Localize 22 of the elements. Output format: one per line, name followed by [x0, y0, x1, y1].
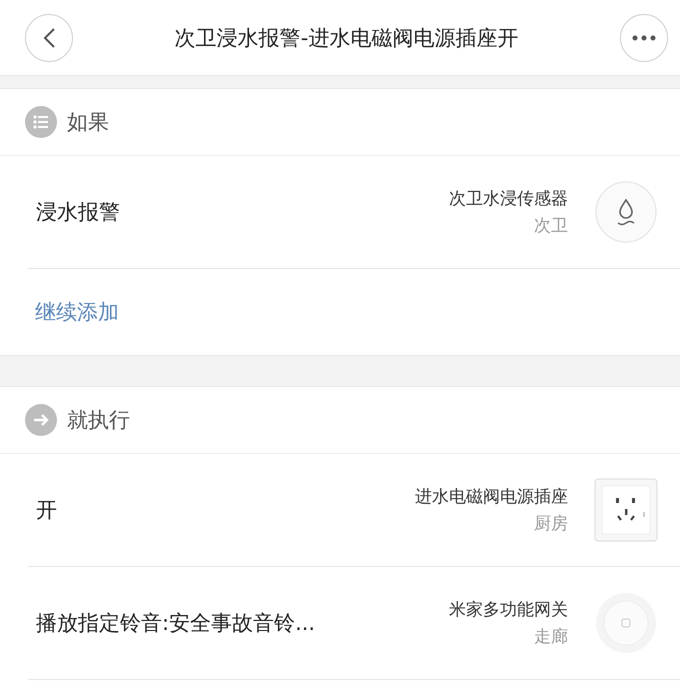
device-name: 米家多功能网关	[449, 599, 568, 621]
rule-row[interactable]: 浸水报警 次卫水浸传感器 次卫	[28, 156, 680, 269]
page-title: 次卫浸水报警-进水电磁阀电源插座开	[174, 24, 518, 52]
water-sensor-icon	[594, 180, 658, 244]
room-name: 走廊	[534, 626, 568, 648]
rule-label: 浸水报警	[35, 199, 121, 226]
section-title: 就执行	[67, 407, 130, 434]
back-icon	[42, 26, 56, 48]
rule-row[interactable]: 播放指定铃音:安全事故音铃... 米家多功能网关 走廊	[28, 567, 680, 680]
more-icon	[632, 34, 656, 40]
section-title: 如果	[67, 109, 109, 136]
gateway-icon	[594, 591, 658, 655]
rule-label: 播放指定铃音:安全事故音铃...	[35, 610, 316, 637]
rule-label: 开	[35, 497, 58, 524]
device-name: 次卫水浸传感器	[449, 188, 568, 210]
device-name: 进水电磁阀电源插座	[415, 486, 568, 508]
add-more-link[interactable]: 继续添加	[35, 298, 119, 326]
room-name: 厨房	[534, 513, 568, 535]
list-icon	[25, 106, 57, 138]
rule-row[interactable]: 开 进水电磁阀电源插座 厨房	[28, 454, 680, 567]
room-name: 次卫	[534, 215, 568, 237]
socket-icon	[594, 478, 658, 542]
